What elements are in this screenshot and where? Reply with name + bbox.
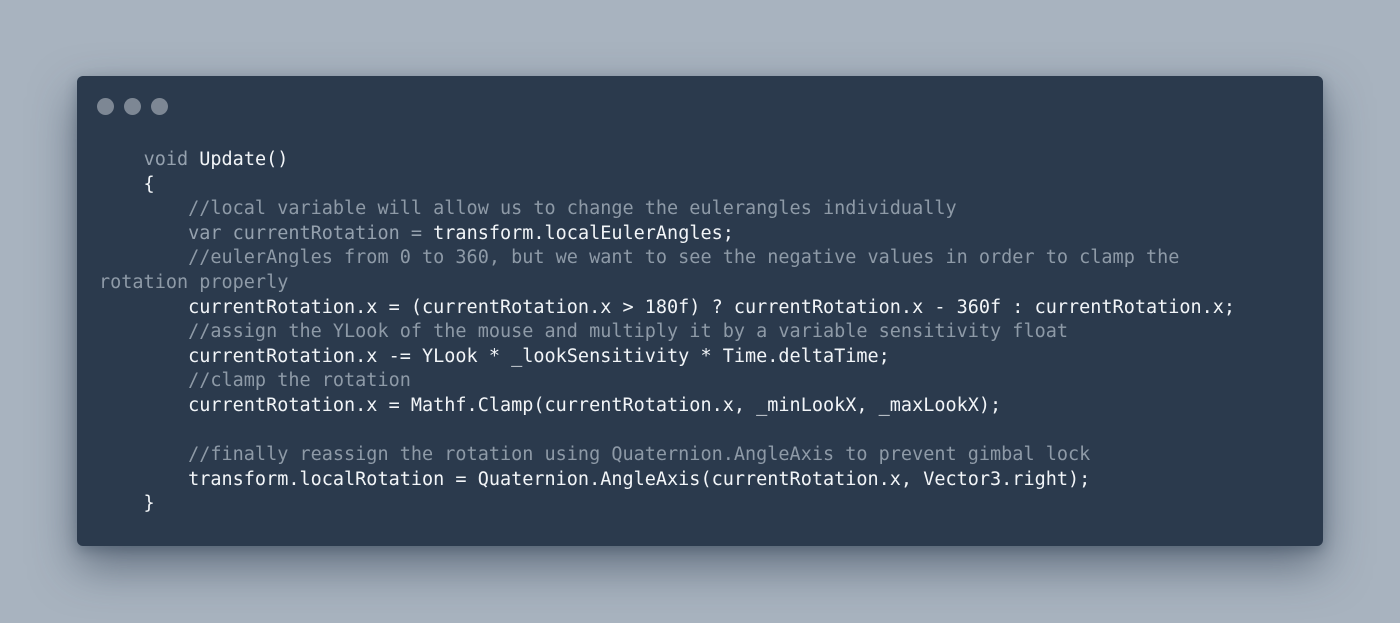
code-comment: //assign the YLook of the mouse and mult…	[99, 321, 1069, 343]
code-text: {	[99, 173, 155, 195]
code-line: {	[99, 173, 1309, 198]
code-keyword: var	[188, 222, 222, 244]
code-text: currentRotation.x -= YLook * _lookSensit…	[99, 345, 890, 367]
minimize-dot-icon[interactable]	[124, 98, 141, 115]
code-comment: //local variable will allow us to change…	[99, 198, 957, 220]
code-line: //assign the YLook of the mouse and mult…	[99, 320, 1309, 345]
code-line: var currentRotation = transform.localEul…	[99, 222, 1309, 247]
code-comment: rotation properly	[99, 271, 289, 293]
code-line: currentRotation.x = Mathf.Clamp(currentR…	[99, 394, 1309, 419]
code-window: void Update() { //local variable will al…	[77, 76, 1323, 546]
close-dot-icon[interactable]	[97, 98, 114, 115]
code-line: currentRotation.x = (currentRotation.x >…	[99, 296, 1309, 321]
code-line: //eulerAngles from 0 to 360, but we want…	[99, 246, 1309, 271]
code-keyword: void	[143, 149, 189, 170]
code-keyword: currentRotation =	[221, 222, 434, 244]
code-line: transform.localRotation = Quaternion.Ang…	[99, 468, 1309, 493]
code-line: }	[99, 492, 1309, 517]
code-line: //local variable will allow us to change…	[99, 197, 1309, 222]
code-line: rotation properly	[99, 271, 1309, 296]
code-text: }	[99, 493, 155, 515]
code-comment: //finally reassign the rotation using Qu…	[99, 444, 1091, 466]
code-text: currentRotation.x = Mathf.Clamp(currentR…	[99, 394, 1002, 416]
code-comment: //eulerAngles from 0 to 360, but we want…	[99, 247, 1180, 269]
code-line: void Update()	[99, 148, 1309, 173]
window-titlebar	[77, 76, 1323, 136]
code-block: void Update() { //local variable will al…	[99, 148, 1309, 517]
code-text: transform.localEulerAngles;	[433, 222, 734, 244]
code-line: currentRotation.x -= YLook * _lookSensit…	[99, 345, 1309, 370]
code-comment: //clamp the rotation	[99, 370, 411, 392]
code-line: //clamp the rotation	[99, 369, 1309, 394]
code-text: currentRotation.x = (currentRotation.x >…	[99, 296, 1236, 318]
code-line: //finally reassign the rotation using Qu…	[99, 443, 1309, 468]
maximize-dot-icon[interactable]	[151, 98, 168, 115]
code-text: Update()	[188, 149, 289, 170]
code-text: transform.localRotation = Quaternion.Ang…	[99, 468, 1091, 490]
